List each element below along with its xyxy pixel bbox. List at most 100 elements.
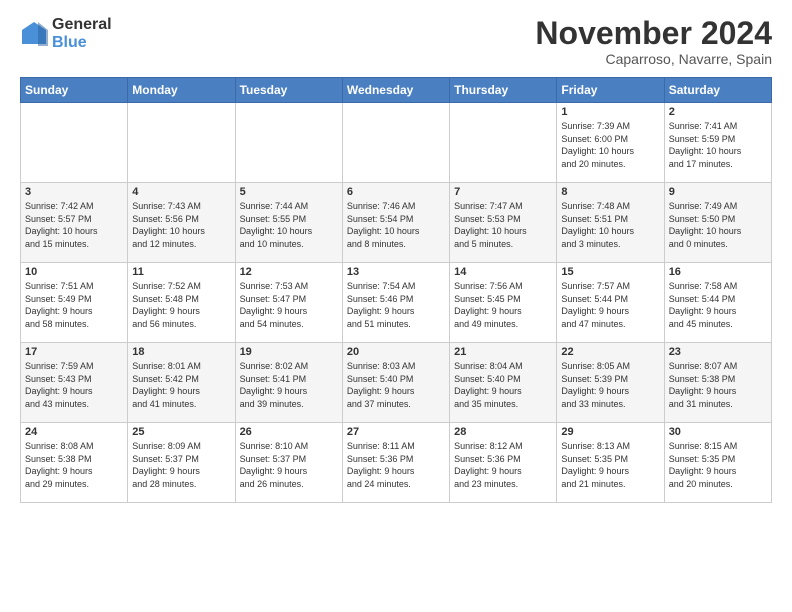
day-info: Sunrise: 7:53 AM Sunset: 5:47 PM Dayligh… [240, 280, 338, 330]
day-info: Sunrise: 8:09 AM Sunset: 5:37 PM Dayligh… [132, 440, 230, 490]
col-thursday: Thursday [450, 78, 557, 103]
logo-icon [20, 20, 48, 48]
day-number: 27 [347, 426, 445, 438]
table-row [235, 103, 342, 183]
day-info: Sunrise: 8:01 AM Sunset: 5:42 PM Dayligh… [132, 360, 230, 410]
table-row: 5 Sunrise: 7:44 AM Sunset: 5:55 PM Daylig… [235, 183, 342, 263]
title-block: November 2024 Caparroso, Navarre, Spain [535, 16, 772, 67]
day-info: Sunrise: 7:39 AM Sunset: 6:00 PM Dayligh… [561, 120, 659, 170]
table-row: 22 Sunrise: 8:05 AM Sunset: 5:39 PM Dayli… [557, 343, 664, 423]
table-row: 3 Sunrise: 7:42 AM Sunset: 5:57 PM Daylig… [21, 183, 128, 263]
table-row: 18 Sunrise: 8:01 AM Sunset: 5:42 PM Dayli… [128, 343, 235, 423]
day-info: Sunrise: 7:46 AM Sunset: 5:54 PM Dayligh… [347, 200, 445, 250]
day-number: 25 [132, 426, 230, 438]
table-row: 13 Sunrise: 7:54 AM Sunset: 5:46 PM Dayli… [342, 263, 449, 343]
table-row: 29 Sunrise: 8:13 AM Sunset: 5:35 PM Dayli… [557, 423, 664, 503]
calendar: Sunday Monday Tuesday Wednesday Thursday… [20, 77, 772, 503]
day-number: 26 [240, 426, 338, 438]
day-info: Sunrise: 7:51 AM Sunset: 5:49 PM Dayligh… [25, 280, 123, 330]
day-info: Sunrise: 7:56 AM Sunset: 5:45 PM Dayligh… [454, 280, 552, 330]
day-info: Sunrise: 8:15 AM Sunset: 5:35 PM Dayligh… [669, 440, 767, 490]
day-number: 20 [347, 346, 445, 358]
table-row [342, 103, 449, 183]
day-number: 1 [561, 106, 659, 118]
day-info: Sunrise: 8:04 AM Sunset: 5:40 PM Dayligh… [454, 360, 552, 410]
day-info: Sunrise: 8:12 AM Sunset: 5:36 PM Dayligh… [454, 440, 552, 490]
day-number: 7 [454, 186, 552, 198]
day-info: Sunrise: 7:44 AM Sunset: 5:55 PM Dayligh… [240, 200, 338, 250]
day-number: 19 [240, 346, 338, 358]
day-number: 3 [25, 186, 123, 198]
logo: General Blue [20, 16, 112, 51]
table-row: 21 Sunrise: 8:04 AM Sunset: 5:40 PM Dayli… [450, 343, 557, 423]
header-row: Sunday Monday Tuesday Wednesday Thursday… [21, 78, 772, 103]
day-info: Sunrise: 7:49 AM Sunset: 5:50 PM Dayligh… [669, 200, 767, 250]
table-row: 11 Sunrise: 7:52 AM Sunset: 5:48 PM Dayli… [128, 263, 235, 343]
day-number: 15 [561, 266, 659, 278]
table-row: 4 Sunrise: 7:43 AM Sunset: 5:56 PM Daylig… [128, 183, 235, 263]
day-number: 11 [132, 266, 230, 278]
day-number: 17 [25, 346, 123, 358]
col-friday: Friday [557, 78, 664, 103]
table-row: 30Sunrise: 8:15 AM Sunset: 5:35 PM Dayli… [664, 423, 771, 503]
table-row: 2Sunrise: 7:41 AM Sunset: 5:59 PM Daylig… [664, 103, 771, 183]
table-row: 28 Sunrise: 8:12 AM Sunset: 5:36 PM Dayli… [450, 423, 557, 503]
day-info: Sunrise: 7:57 AM Sunset: 5:44 PM Dayligh… [561, 280, 659, 330]
day-number: 13 [347, 266, 445, 278]
day-number: 22 [561, 346, 659, 358]
table-row: 17Sunrise: 7:59 AM Sunset: 5:43 PM Dayli… [21, 343, 128, 423]
day-number: 24 [25, 426, 123, 438]
table-row: 14 Sunrise: 7:56 AM Sunset: 5:45 PM Dayli… [450, 263, 557, 343]
table-row: 26 Sunrise: 8:10 AM Sunset: 5:37 PM Dayli… [235, 423, 342, 503]
table-row: 19 Sunrise: 8:02 AM Sunset: 5:41 PM Dayli… [235, 343, 342, 423]
location: Caparroso, Navarre, Spain [535, 51, 772, 67]
day-info: Sunrise: 8:13 AM Sunset: 5:35 PM Dayligh… [561, 440, 659, 490]
day-info: Sunrise: 7:48 AM Sunset: 5:51 PM Dayligh… [561, 200, 659, 250]
table-row: 6 Sunrise: 7:46 AM Sunset: 5:54 PM Daylig… [342, 183, 449, 263]
table-row: 10 Sunrise: 7:51 AM Sunset: 5:49 PM Dayli… [21, 263, 128, 343]
day-info: Sunrise: 7:47 AM Sunset: 5:53 PM Dayligh… [454, 200, 552, 250]
day-number: 5 [240, 186, 338, 198]
day-info: Sunrise: 8:10 AM Sunset: 5:37 PM Dayligh… [240, 440, 338, 490]
day-number: 10 [25, 266, 123, 278]
day-number: 21 [454, 346, 552, 358]
col-tuesday: Tuesday [235, 78, 342, 103]
col-monday: Monday [128, 78, 235, 103]
header: General Blue November 2024 Caparroso, Na… [20, 16, 772, 67]
day-info: Sunrise: 8:02 AM Sunset: 5:41 PM Dayligh… [240, 360, 338, 410]
day-number: 23 [669, 346, 767, 358]
day-number: 6 [347, 186, 445, 198]
table-row: 23 Sunrise: 8:07 AM Sunset: 5:38 PM Dayli… [664, 343, 771, 423]
table-row: 8Sunrise: 7:48 AM Sunset: 5:51 PM Daylig… [557, 183, 664, 263]
table-row: 7 Sunrise: 7:47 AM Sunset: 5:53 PM Daylig… [450, 183, 557, 263]
month-title: November 2024 [535, 16, 772, 51]
day-info: Sunrise: 7:52 AM Sunset: 5:48 PM Dayligh… [132, 280, 230, 330]
day-number: 28 [454, 426, 552, 438]
day-number: 29 [561, 426, 659, 438]
table-row [128, 103, 235, 183]
col-saturday: Saturday [664, 78, 771, 103]
day-info: Sunrise: 8:07 AM Sunset: 5:38 PM Dayligh… [669, 360, 767, 410]
day-info: Sunrise: 8:05 AM Sunset: 5:39 PM Dayligh… [561, 360, 659, 410]
day-info: Sunrise: 8:11 AM Sunset: 5:36 PM Dayligh… [347, 440, 445, 490]
day-number: 18 [132, 346, 230, 358]
day-info: Sunrise: 7:58 AM Sunset: 5:44 PM Dayligh… [669, 280, 767, 330]
table-row: 24Sunrise: 8:08 AM Sunset: 5:38 PM Dayli… [21, 423, 128, 503]
table-row: 12 Sunrise: 7:53 AM Sunset: 5:47 PM Dayli… [235, 263, 342, 343]
table-row [450, 103, 557, 183]
day-info: Sunrise: 7:54 AM Sunset: 5:46 PM Dayligh… [347, 280, 445, 330]
table-row: 9Sunrise: 7:49 AM Sunset: 5:50 PM Daylig… [664, 183, 771, 263]
table-row: 1 Sunrise: 7:39 AM Sunset: 6:00 PM Daylig… [557, 103, 664, 183]
day-info: Sunrise: 8:03 AM Sunset: 5:40 PM Dayligh… [347, 360, 445, 410]
table-row: 16Sunrise: 7:58 AM Sunset: 5:44 PM Dayli… [664, 263, 771, 343]
day-number: 14 [454, 266, 552, 278]
day-number: 4 [132, 186, 230, 198]
table-row: 15 Sunrise: 7:57 AM Sunset: 5:44 PM Dayli… [557, 263, 664, 343]
table-row: 20 Sunrise: 8:03 AM Sunset: 5:40 PM Dayli… [342, 343, 449, 423]
logo-text: General Blue [52, 16, 112, 51]
day-info: Sunrise: 7:41 AM Sunset: 5:59 PM Dayligh… [669, 120, 767, 170]
day-info: Sunrise: 7:42 AM Sunset: 5:57 PM Dayligh… [25, 200, 123, 250]
col-sunday: Sunday [21, 78, 128, 103]
day-info: Sunrise: 7:43 AM Sunset: 5:56 PM Dayligh… [132, 200, 230, 250]
day-number: 12 [240, 266, 338, 278]
